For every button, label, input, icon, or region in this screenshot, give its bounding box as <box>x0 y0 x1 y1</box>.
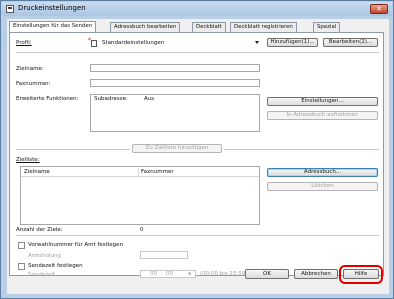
target-name-label: Zielname: <box>16 66 44 72</box>
send-time-field-label: Sendezeit <box>28 272 56 278</box>
settings-button[interactable]: Einstellungen... <box>267 97 378 106</box>
spinner-arrows-icon[interactable]: ▲ <box>188 270 191 275</box>
help-highlight-ring <box>339 265 383 284</box>
chevron-down-icon[interactable] <box>255 41 259 44</box>
prefix-field-label: Amtsholung <box>28 253 61 259</box>
send-time-hours[interactable]: 00 <box>150 271 157 277</box>
target-count-label: Anzahl der Ziele: <box>16 227 63 233</box>
window-title: Druckeinstellungen <box>18 4 86 12</box>
fax-number-label: Faxnummer: <box>16 81 51 87</box>
dialog-body: Einstellungen für das Senden Adressbuch … <box>7 19 389 294</box>
add-to-addressbook-button[interactable]: In Adressbuch aufnehmen <box>267 111 378 120</box>
divider <box>16 235 379 236</box>
send-time-checkbox-label[interactable]: Sendezeit festlegen <box>28 263 83 269</box>
profile-document-icon: * <box>88 37 98 48</box>
column-fax-number[interactable]: Faxnummer <box>141 169 174 175</box>
profile-label: Profil: <box>16 40 32 46</box>
send-time-minutes[interactable]: 00 <box>166 271 173 277</box>
tab-register-cover-sheet[interactable]: Deckblatt registrieren <box>230 22 297 32</box>
prefix-input[interactable] <box>140 251 188 259</box>
column-target-name[interactable]: Zielname <box>24 169 50 175</box>
target-list-header: Zielname Faxnummer <box>21 167 259 177</box>
profile-select[interactable]: Standardeinstellungen <box>102 40 164 46</box>
profile-edit-button[interactable]: Bearbeiten(2)... <box>323 38 378 47</box>
profile-add-button[interactable]: Hinzufügen(1)... <box>267 38 318 47</box>
addressbook-button[interactable]: Adressbuch... <box>267 168 378 177</box>
prefix-checkbox[interactable] <box>18 242 25 249</box>
delete-button[interactable]: Löschen <box>267 182 378 191</box>
column-divider <box>138 168 139 176</box>
printer-icon <box>6 5 14 13</box>
close-button[interactable]: ✕ <box>370 4 388 14</box>
send-time-separator: : <box>161 271 163 277</box>
tab-special[interactable]: Spezial <box>313 22 341 32</box>
ok-button[interactable]: OK <box>245 269 289 279</box>
fax-number-input[interactable] <box>90 79 260 87</box>
add-to-target-list-button[interactable]: Zu Zielliste hinzufügen <box>132 144 222 153</box>
send-settings-panel: Profil: * Standardeinstellungen Hinzufüg… <box>9 32 384 278</box>
title-bar: Druckeinstellungen ✕ <box>2 2 392 16</box>
divider <box>16 149 130 150</box>
divider <box>224 149 379 150</box>
target-list[interactable]: Zielname Faxnummer <box>20 166 260 225</box>
send-time-range-hint: (00:00 bis 23:59) <box>200 271 248 277</box>
target-name-input[interactable] <box>90 64 260 72</box>
extended-functions-label: Erweiterte Funktionen: <box>16 96 79 102</box>
extended-functions-list[interactable] <box>90 94 260 132</box>
cancel-button[interactable]: Abbrechen <box>294 269 338 279</box>
print-settings-dialog: Druckeinstellungen ✕ Einstellungen für d… <box>0 0 394 299</box>
target-list-label: Zielliste: <box>16 157 40 163</box>
send-time-checkbox[interactable] <box>18 263 25 270</box>
divider <box>16 52 379 53</box>
target-count-value: 0 <box>140 227 144 233</box>
tab-cover-sheet[interactable]: Deckblatt <box>192 22 227 32</box>
prefix-checkbox-label[interactable]: Vorwahlnummer für Amt festlegen <box>28 242 123 248</box>
tab-edit-addressbook[interactable]: Adressbuch bearbeiten <box>110 22 181 32</box>
